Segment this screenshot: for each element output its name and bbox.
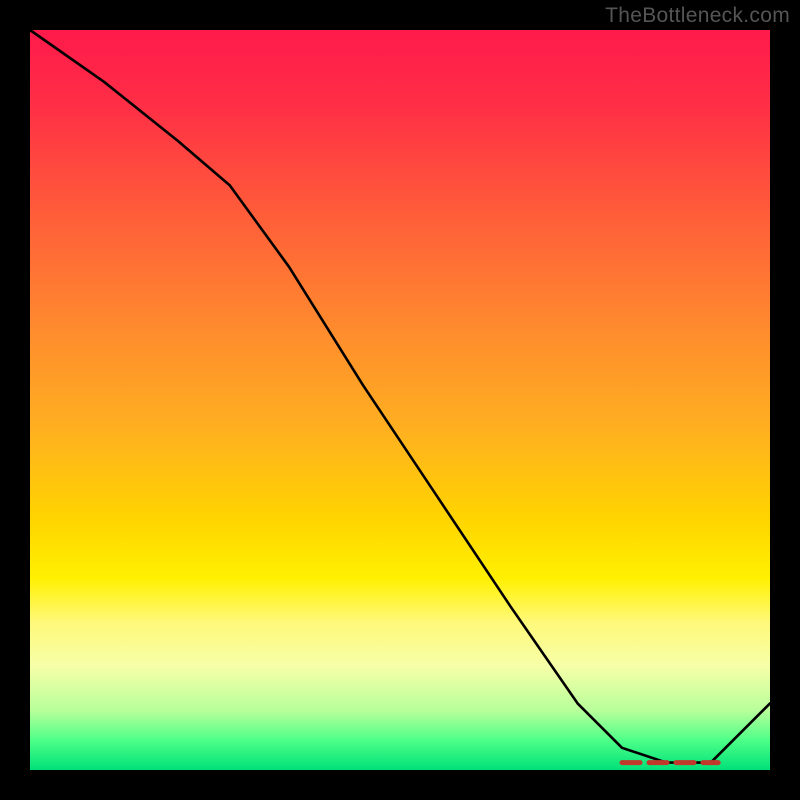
- watermark-text: TheBottleneck.com: [605, 4, 790, 28]
- chart-svg: [30, 30, 770, 770]
- chart-frame: TheBottleneck.com: [0, 0, 800, 800]
- plot-area: [30, 30, 770, 770]
- bottleneck-curve: [30, 30, 770, 763]
